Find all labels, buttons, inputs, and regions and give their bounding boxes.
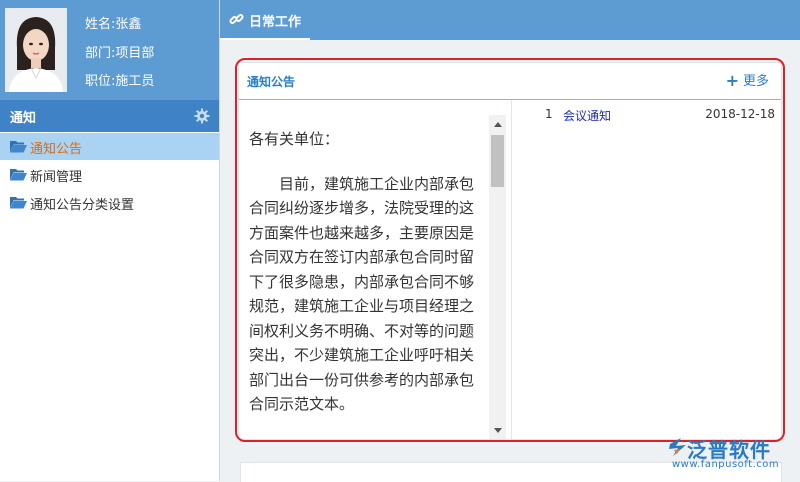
brand-url: www.fanpusoft.com bbox=[672, 459, 780, 470]
folder-open-icon bbox=[10, 168, 27, 181]
user-role: 职位:施工员 bbox=[85, 74, 155, 89]
sidebar: 姓名:张鑫 部门:项目部 职位:施工员 通知 通知公告 新闻管理 通知公告分类设… bbox=[0, 0, 220, 481]
folder-open-icon bbox=[10, 140, 27, 153]
user-profile: 姓名:张鑫 部门:项目部 职位:施工员 bbox=[0, 0, 219, 100]
avatar bbox=[5, 8, 67, 92]
top-bar: 日常工作 bbox=[220, 0, 800, 40]
sidebar-item-label: 通知公告 bbox=[30, 142, 83, 157]
brand-watermark: 泛普软件 www.fanpusoft.com bbox=[668, 434, 793, 474]
content-scrollbar[interactable] bbox=[489, 115, 506, 439]
tab-label: 日常工作 bbox=[249, 15, 302, 30]
link-icon bbox=[229, 12, 244, 27]
sidebar-item-notice[interactable]: 通知公告 bbox=[0, 133, 219, 160]
column-divider bbox=[511, 100, 512, 439]
section-title: 通知 bbox=[10, 111, 37, 126]
plus-icon: + bbox=[725, 71, 739, 90]
notice-content: 各有关单位： 目前，建筑施工企业内部承包合同纠纷逐步增多，法院受理的这方面案件也… bbox=[249, 127, 485, 417]
notice-section-header: 通知 bbox=[0, 100, 219, 132]
list-item-title-link[interactable]: 会议通知 bbox=[563, 107, 611, 124]
user-name: 姓名:张鑫 bbox=[85, 17, 142, 32]
panel-header: 通知公告 + 更多 bbox=[239, 63, 781, 100]
brand-logo-icon bbox=[668, 436, 688, 458]
scroll-up-arrow-icon[interactable] bbox=[489, 115, 506, 132]
scroll-thumb[interactable] bbox=[491, 135, 504, 187]
list-item-date: 2018-12-18 bbox=[705, 107, 775, 121]
gear-icon[interactable] bbox=[194, 108, 210, 124]
list-item[interactable]: 1 会议通知 2018-12-18 bbox=[513, 107, 775, 127]
sidebar-item-notice-category[interactable]: 通知公告分类设置 bbox=[0, 189, 219, 216]
more-link[interactable]: + 更多 bbox=[726, 70, 769, 90]
notice-panel: 通知公告 + 更多 各有关单位： 目前，建筑施工企业内部承包合同纠纷逐步增多，法院… bbox=[238, 62, 782, 440]
user-department: 部门:项目部 bbox=[85, 46, 155, 61]
panel-title: 通知公告 bbox=[247, 75, 296, 89]
scroll-down-arrow-icon[interactable] bbox=[489, 422, 506, 439]
notice-greeting: 各有关单位： bbox=[249, 130, 340, 148]
notice-body: 目前，建筑施工企业内部承包合同纠纷逐步增多，法院受理的这方面案件也越来越多，主要… bbox=[249, 174, 475, 414]
folder-open-icon bbox=[10, 196, 27, 209]
more-label: 更多 bbox=[742, 74, 769, 89]
sidebar-item-label: 新闻管理 bbox=[30, 170, 83, 185]
sidebar-item-label: 通知公告分类设置 bbox=[30, 198, 135, 213]
sidebar-item-news[interactable]: 新闻管理 bbox=[0, 161, 219, 188]
list-item-number: 1 bbox=[545, 107, 553, 121]
tab-daily-work[interactable]: 日常工作 bbox=[220, 0, 310, 40]
